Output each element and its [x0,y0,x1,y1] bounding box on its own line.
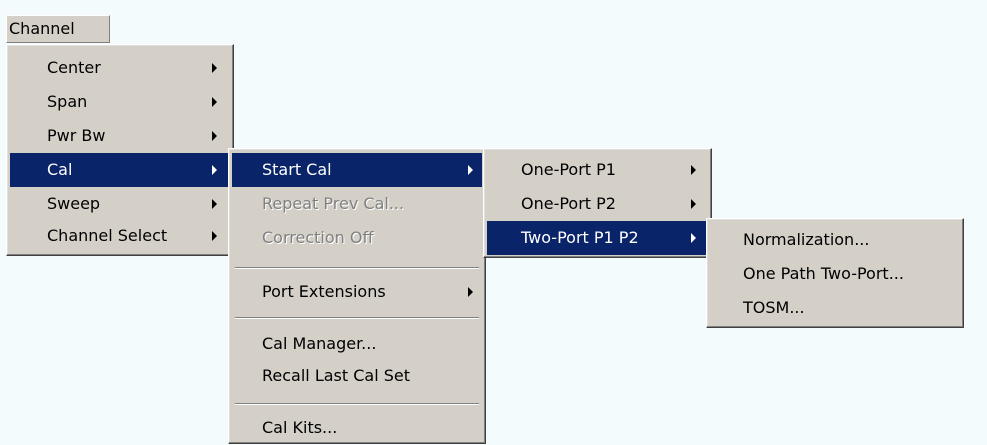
menu-item-port-extensions-label: Port Extensions [262,282,386,301]
menubar-channel-label: Channel [9,19,75,38]
menu-item-pwr-bw[interactable]: Pwr Bw [10,119,230,153]
cal-menu: Start Cal Repeat Prev Cal... Correction … [228,148,486,444]
menu-separator [235,317,479,319]
menu-item-one-port-p2-label: One-Port P2 [521,194,616,213]
submenu-arrow-icon [212,131,217,141]
submenu-arrow-icon [468,287,473,297]
menu-item-tosm-label: TOSM... [743,298,805,317]
menu-item-one-path-two-port-label: One Path Two-Port... [743,264,904,283]
menu-item-repeat-prev-cal[interactable]: Repeat Prev Cal... [232,187,482,221]
menu-item-span-label: Span [47,92,88,111]
menu-item-port-extensions[interactable]: Port Extensions [232,275,482,309]
menu-item-channel-select-label: Channel Select [47,226,168,245]
menu-item-center-label: Center [47,58,101,77]
submenu-arrow-icon [691,165,696,175]
submenu-arrow-icon [691,233,696,243]
menu-item-cal-manager[interactable]: Cal Manager... [232,327,482,361]
submenu-arrow-icon [212,199,217,209]
menu-item-recall-last-cal-set-label: Recall Last Cal Set [262,366,411,385]
menu-item-correction-off-label: Correction Off [262,228,374,247]
menu-item-cal-label: Cal [47,160,73,179]
menu-item-two-port-p1-p2-label: Two-Port P1 P2 [521,228,639,247]
menu-item-start-cal[interactable]: Start Cal [232,153,482,187]
menu-item-channel-select[interactable]: Channel Select [10,219,230,253]
menu-item-cal-kits[interactable]: Cal Kits... [232,411,482,445]
menu-item-one-port-p2[interactable]: One-Port P2 [487,187,708,221]
menu-item-center[interactable]: Center [10,51,230,85]
submenu-arrow-icon [212,63,217,73]
menu-item-start-cal-label: Start Cal [262,160,332,179]
menu-item-sweep-label: Sweep [47,194,101,213]
menu-separator [235,403,479,405]
menu-item-cal-kits-label: Cal Kits... [262,418,338,437]
menu-item-two-port-p1-p2[interactable]: Two-Port P1 P2 [487,221,708,255]
submenu-arrow-icon [212,165,217,175]
submenu-arrow-icon [212,97,217,107]
start-cal-menu: One-Port P1 One-Port P2 Two-Port P1 P2 [483,148,712,258]
menu-item-tosm[interactable]: TOSM... [710,291,960,325]
menu-item-span[interactable]: Span [10,85,230,119]
menu-item-pwr-bw-label: Pwr Bw [47,126,106,145]
channel-menu: Center Span Pwr Bw Cal Sweep Channel Sel… [6,44,234,256]
menu-item-cal-manager-label: Cal Manager... [262,334,377,353]
menu-item-correction-off[interactable]: Correction Off [232,221,482,255]
menu-item-sweep[interactable]: Sweep [10,187,230,221]
menu-item-recall-last-cal-set[interactable]: Recall Last Cal Set [232,359,482,393]
menu-item-one-port-p1-label: One-Port P1 [521,160,616,179]
submenu-arrow-icon [691,199,696,209]
menu-item-repeat-prev-cal-label: Repeat Prev Cal... [262,194,405,213]
menu-item-one-port-p1[interactable]: One-Port P1 [487,153,708,187]
menu-item-cal[interactable]: Cal [10,153,230,187]
menu-item-normalization-label: Normalization... [743,230,870,249]
menu-item-normalization[interactable]: Normalization... [710,223,960,257]
menu-separator [235,267,479,269]
two-port-menu: Normalization... One Path Two-Port... TO… [706,218,964,328]
menubar-channel[interactable]: Channel [6,15,110,43]
menu-item-one-path-two-port[interactable]: One Path Two-Port... [710,257,960,291]
submenu-arrow-icon [468,165,473,175]
submenu-arrow-icon [212,231,217,241]
